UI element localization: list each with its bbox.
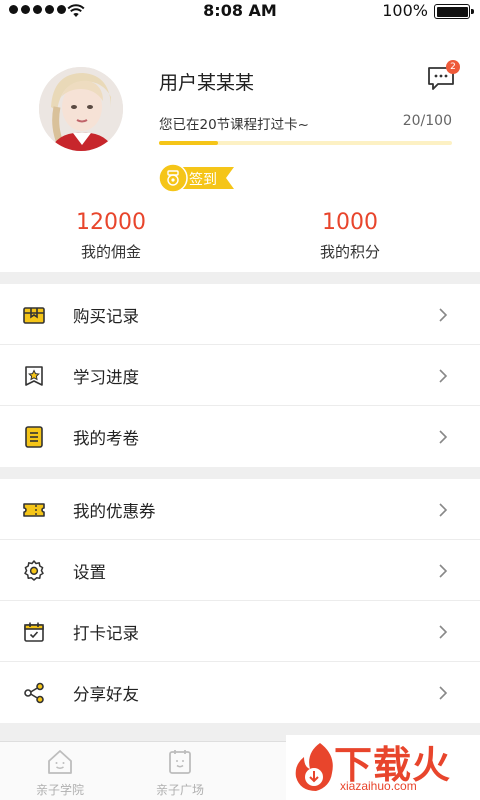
checkin-progress-fill [159,141,218,145]
battery-percent: 100% [382,1,428,20]
commission-value[interactable]: 12000 [41,210,181,235]
menu-item-coupons[interactable]: 我的优惠券 [0,479,480,540]
points-label: 我的积分 [319,243,380,261]
battery-icon [434,4,474,19]
menu-item-purchase-record[interactable]: 购买记录 [0,284,480,345]
menu-item-settings[interactable]: 设置 [0,540,480,601]
checkin-summary: 您已在20节课程打过卡~ [159,117,309,133]
status-bar: 8:08 AM 100% [0,0,480,22]
learning-progress-icon [25,366,43,386]
avatar[interactable] [39,67,123,151]
chevron-right-icon [439,625,448,639]
chevron-right-icon [439,564,448,578]
menu-label: 我的考卷 [73,429,139,448]
chevron-right-icon [439,686,448,700]
menu-label: 购买记录 [73,307,139,326]
coupon-icon [23,503,45,517]
points-value[interactable]: 1000 [280,210,420,235]
exam-paper-icon [25,426,43,448]
checkin-progress-bar [159,141,452,145]
chevron-right-icon [439,430,448,444]
purchase-record-icon [23,307,45,324]
chevron-right-icon [439,369,448,383]
section-divider [0,467,480,479]
tab-label: 亲子广场 [155,783,204,797]
menu-item-checkin-record[interactable]: 打卡记录 [0,601,480,662]
menu-label: 我的优惠券 [73,502,156,521]
house-icon [48,750,72,774]
menu-item-learning-progress[interactable]: 学习进度 [0,345,480,406]
section-divider [0,272,480,284]
menu-label: 打卡记录 [73,624,139,643]
chevron-right-icon [439,503,448,517]
tab-parenting-square[interactable]: 亲子广场 [132,742,228,800]
menu-label: 学习进度 [73,368,139,387]
menu-label: 设置 [73,563,106,582]
checkin-calendar-icon [24,622,44,642]
menu-item-share-friends[interactable]: 分享好友 [0,662,480,723]
signin-label: 签到 [189,172,217,188]
square-icon [169,750,191,774]
message-badge: 2 [446,60,460,74]
checkin-progress-count: 20/100 [402,113,452,129]
chevron-right-icon [439,308,448,322]
menu-item-exam-paper[interactable]: 我的考卷 [0,406,480,467]
settings-gear-icon [24,560,44,581]
menu-label: 分享好友 [73,685,139,704]
tab-parenting-academy[interactable]: 亲子学院 [12,742,108,800]
username: 用户某某某 [159,72,255,94]
tab-label: 亲子学院 [35,783,84,797]
share-icon [24,682,44,704]
commission-label: 我的佣金 [80,243,141,261]
watermark-url: xiazaihuo.com [340,779,417,793]
